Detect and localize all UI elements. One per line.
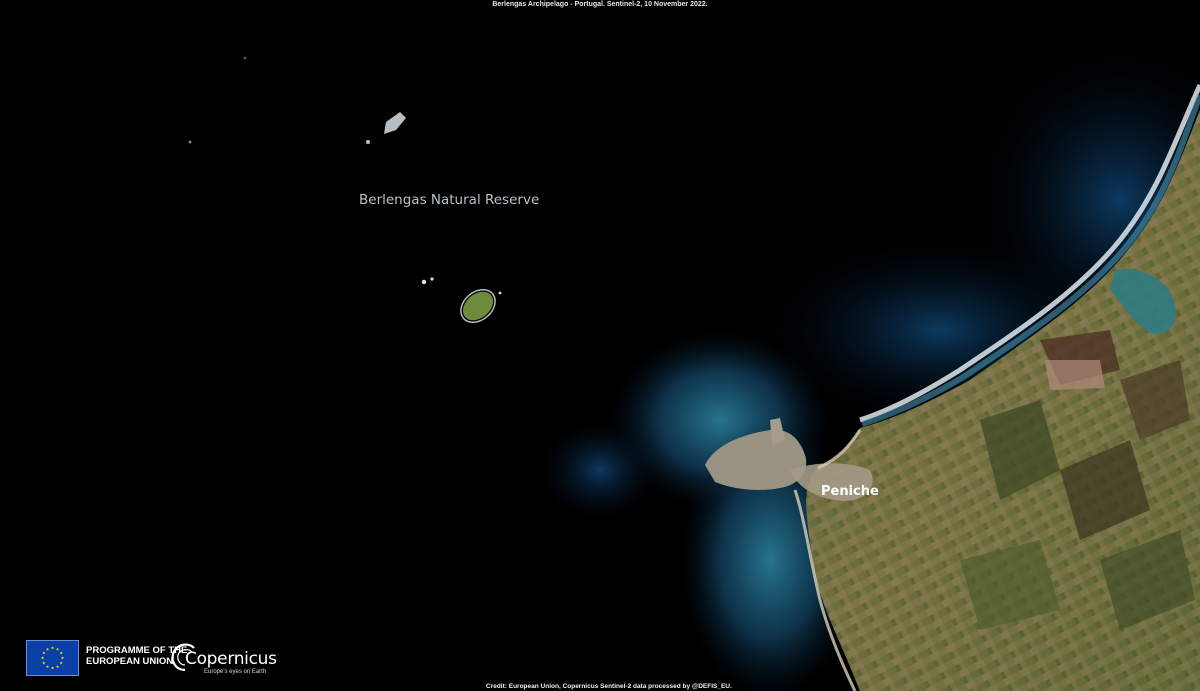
town-label: Peniche [821, 484, 879, 499]
eu-star-icon [60, 656, 65, 660]
eu-flag-icon [26, 640, 79, 676]
eu-star-icon [59, 651, 63, 655]
eu-star-icon [42, 661, 46, 665]
image-caption: Berlengas Archipelago - Portugal. Sentin… [492, 1, 708, 8]
eu-star-icon [50, 666, 55, 670]
eu-star-icon [45, 664, 50, 669]
eu-star-icon [42, 651, 46, 655]
copernicus-wordmark: Copernicus [185, 649, 277, 669]
copernicus-tagline: Europe's eyes on Earth [204, 669, 267, 675]
eu-star-icon [55, 647, 60, 651]
eu-star-icon [40, 656, 45, 660]
image-credit: Credit: European Union, Copernicus Senti… [486, 683, 732, 690]
reserve-label: Berlengas Natural Reserve [359, 192, 540, 208]
eu-star-icon [55, 664, 60, 669]
satellite-image [0, 0, 1200, 691]
eu-star-icon [50, 646, 55, 650]
eu-star-icon [59, 661, 63, 665]
eu-star-icon [45, 647, 50, 651]
